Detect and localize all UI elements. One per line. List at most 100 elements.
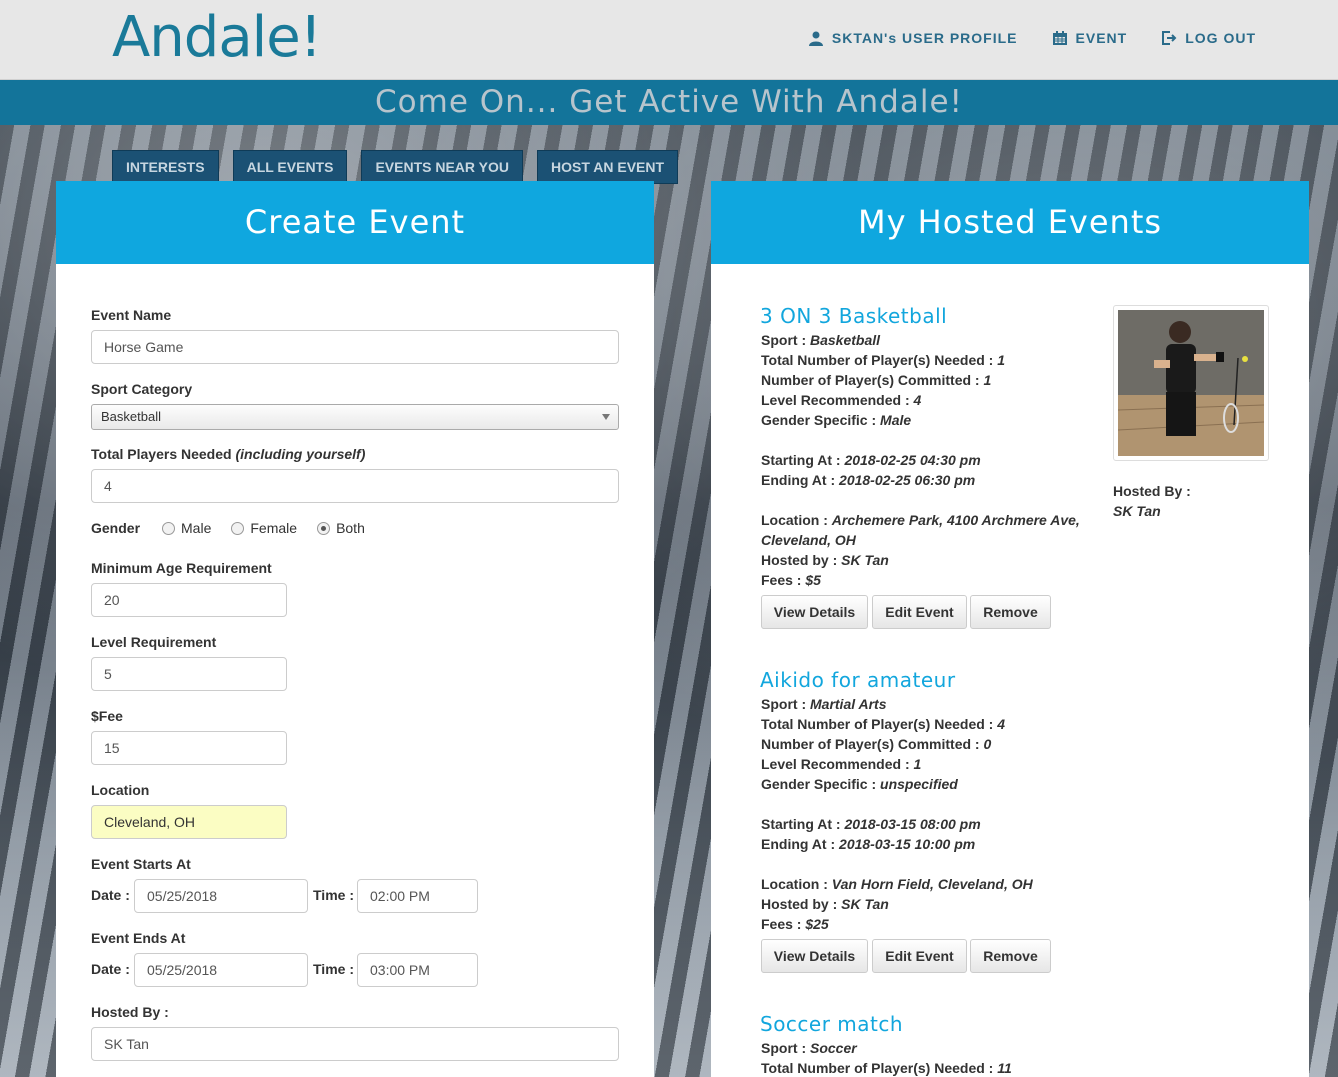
gender-both-label: Both (336, 520, 365, 536)
nav-logout[interactable]: LOG OUT (1161, 30, 1256, 46)
value: Archemere Park, 4100 Archmere Ave, (831, 512, 1080, 528)
sport-category-select[interactable]: Basketball (91, 404, 619, 430)
label: Ending At : (761, 472, 840, 488)
value: SK Tan (1113, 503, 1161, 519)
level-requirement-label: Level Requirement (91, 634, 217, 650)
hosted-by-label: Hosted By : (91, 1004, 169, 1020)
tab-all-events[interactable]: ALL EVENTS (232, 150, 348, 184)
event-level: Level Recommended : 4 (761, 392, 921, 408)
label: Hosted by : (761, 552, 842, 568)
value: SK Tan (841, 552, 889, 568)
view-details-button[interactable]: View Details (761, 939, 868, 973)
hosted-events-panel: My Hosted Events 3 ON 3 Basketball Sport… (711, 181, 1309, 1077)
gender-female-radio[interactable] (231, 522, 245, 535)
label: Location : (761, 876, 832, 892)
remove-button[interactable]: Remove (970, 595, 1051, 629)
value: Van Horn Field, Cleveland, OH (831, 876, 1033, 892)
tagline-banner: Come On... Get Active With Andale! (0, 80, 1338, 125)
event-committed: Number of Player(s) Committed : 0 (761, 736, 991, 752)
gender-both-option[interactable]: Both (317, 520, 365, 536)
event-ends-label: Event Ends At (91, 930, 186, 946)
gender-label: Gender (91, 520, 141, 536)
edit-event-button[interactable]: Edit Event (872, 939, 967, 973)
gender-male-option[interactable]: Male (162, 520, 211, 536)
hosted-events-title: My Hosted Events (711, 181, 1309, 264)
event-hosted: Hosted by : SK Tan (761, 896, 889, 912)
event-sport: Sport : Basketball (761, 332, 880, 348)
nav-user-profile[interactable]: SKTAN's USER PROFILE (808, 30, 1018, 46)
event-title-aikido[interactable]: Aikido for amateur (760, 668, 956, 692)
event-gender: Gender Specific : unspecified (761, 776, 958, 792)
hosted-by-input[interactable]: SK Tan (91, 1027, 619, 1061)
start-date-label: Date : (91, 887, 130, 903)
event-sport: Sport : Martial Arts (761, 696, 887, 712)
sport-category-value: Basketball (101, 409, 161, 424)
tab-host-an-event[interactable]: HOST AN EVENT (537, 150, 679, 184)
label: Number of Player(s) Committed : (761, 736, 984, 752)
side-hosted-by-value: SK Tan (1113, 503, 1161, 519)
event-title-soccer[interactable]: Soccer match (760, 1012, 903, 1036)
sport-category-label: Sport Category (91, 381, 193, 397)
label: Sport : (761, 1040, 810, 1056)
event-start: Starting At : 2018-02-25 04:30 pm (761, 452, 981, 468)
value: 2018-03-15 10:00 pm (839, 836, 976, 852)
event-total: Total Number of Player(s) Needed : 4 (761, 716, 1005, 732)
event-total: Total Number of Player(s) Needed : 1 (761, 352, 1005, 368)
location-input[interactable]: Cleveland, OH (91, 805, 287, 839)
end-date-input[interactable]: 05/25/2018 (134, 953, 308, 987)
value: Male (880, 412, 912, 428)
host-photo (1113, 305, 1269, 461)
tab-interests[interactable]: INTERESTS (112, 150, 219, 184)
value: 1 (997, 352, 1006, 368)
logout-icon (1161, 30, 1177, 46)
event-location: Location : Van Horn Field, Cleveland, OH (761, 876, 1033, 892)
start-time-input[interactable]: 02:00 PM (357, 879, 478, 913)
value: unspecified (880, 776, 958, 792)
end-date-label: Date : (91, 961, 130, 977)
value: 0 (983, 736, 992, 752)
nav-user-profile-label: SKTAN's USER PROFILE (831, 30, 1018, 46)
view-details-button[interactable]: View Details (761, 595, 868, 629)
nav-event[interactable]: EVENT (1052, 30, 1128, 46)
event-location-cont: Cleveland, OH (761, 532, 856, 548)
event-title-basketball[interactable]: 3 ON 3 Basketball (760, 304, 947, 328)
edit-event-button[interactable]: Edit Event (872, 595, 967, 629)
end-time-input[interactable]: 03:00 PM (357, 953, 478, 987)
fee-input[interactable]: 15 (91, 731, 287, 765)
event-end: Ending At : 2018-02-25 06:30 pm (761, 472, 975, 488)
value: 2018-02-25 04:30 pm (844, 452, 981, 468)
label: Starting At : (761, 452, 845, 468)
label: Fees : (761, 572, 806, 588)
nav-logout-label: LOG OUT (1185, 30, 1256, 46)
value: Basketball (810, 332, 881, 348)
event-sport: Sport : Soccer (761, 1040, 857, 1056)
event-committed: Number of Player(s) Committed : 1 (761, 372, 991, 388)
event-name-input[interactable]: Horse Game (91, 330, 619, 364)
host-avatar (1118, 310, 1264, 456)
label: Fees : (761, 916, 806, 932)
event-hosted: Hosted by : SK Tan (761, 552, 889, 568)
gender-male-radio[interactable] (162, 522, 176, 535)
site-logo[interactable]: Andale! (112, 6, 322, 70)
value: Soccer (810, 1040, 857, 1056)
level-requirement-input[interactable]: 5 (91, 657, 287, 691)
value: 4 (997, 716, 1006, 732)
players-needed-input[interactable]: 4 (91, 469, 619, 503)
value: $5 (805, 572, 821, 588)
label: Hosted by : (761, 896, 842, 912)
remove-button[interactable]: Remove (970, 939, 1051, 973)
event-name-label: Event Name (91, 307, 172, 323)
top-nav: SKTAN's USER PROFILE EVENT LOG OUT (808, 30, 1256, 46)
value: 1 (983, 372, 992, 388)
min-age-input[interactable]: 20 (91, 583, 287, 617)
gender-both-radio[interactable] (317, 522, 331, 535)
start-date-input[interactable]: 05/25/2018 (134, 879, 308, 913)
label: Sport : (761, 332, 810, 348)
tab-events-near-you[interactable]: EVENTS NEAR YOU (361, 150, 523, 184)
gender-male-label: Male (181, 520, 212, 536)
value: SK Tan (841, 896, 889, 912)
gender-group: Gender Male Female Both (91, 520, 365, 536)
gender-female-option[interactable]: Female (231, 520, 297, 536)
event-level: Level Recommended : 1 (761, 756, 921, 772)
gender-female-label: Female (250, 520, 298, 536)
